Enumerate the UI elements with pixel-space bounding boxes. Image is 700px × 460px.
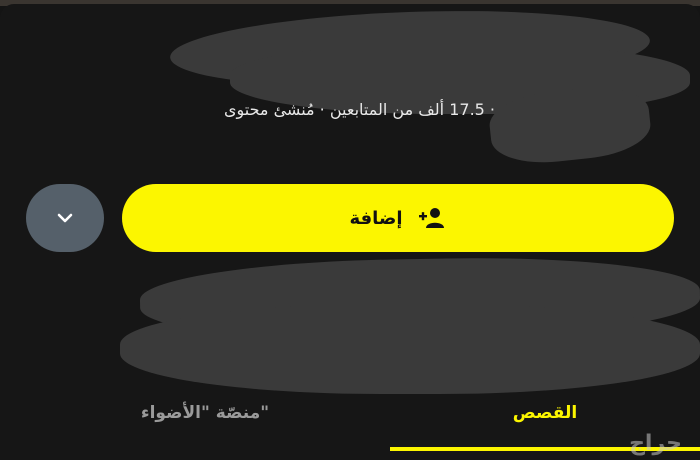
add-user-icon — [418, 208, 444, 228]
tab-spotlight[interactable]: منصّة "الأضواء" — [70, 403, 340, 423]
more-options-button[interactable] — [26, 184, 104, 252]
profile-stats: · 17.5 ألف من المتابعين · مُنشئ محتوى — [223, 100, 495, 119]
chevron-down-icon — [57, 213, 73, 223]
watermark-logo: حراج — [629, 431, 682, 456]
add-button-label: إضافة — [349, 207, 403, 229]
tab-stories[interactable]: القصص — [390, 403, 700, 423]
profile-sheet: · 17.5 ألف من المتابعين · مُنشئ محتوى إض… — [0, 3, 700, 460]
profile-tabs: القصص منصّة "الأضواء" — [0, 395, 700, 455]
redacted-bio — [120, 304, 700, 394]
add-friend-button[interactable]: إضافة — [122, 184, 674, 252]
